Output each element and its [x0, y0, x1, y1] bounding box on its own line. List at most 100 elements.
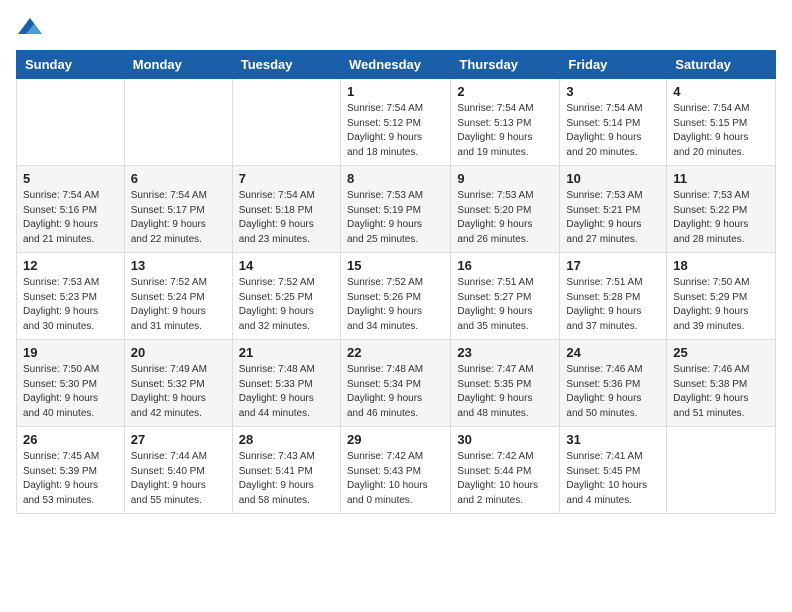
day-info: Sunrise: 7:48 AM Sunset: 5:33 PM Dayligh…	[239, 363, 334, 421]
day-number: 12	[23, 258, 118, 273]
calendar-cell	[17, 79, 125, 166]
calendar-cell: 2 Sunrise: 7:54 AM Sunset: 5:13 PM Daylig…	[451, 79, 560, 166]
day-number: 28	[239, 432, 334, 447]
day-info: Sunrise: 7:45 AM Sunset: 5:39 PM Dayligh…	[23, 450, 118, 508]
day-info: Sunrise: 7:52 AM Sunset: 5:24 PM Dayligh…	[131, 276, 226, 334]
weekday-header-thursday: Thursday	[451, 51, 560, 79]
calendar-cell: 30 Sunrise: 7:42 AM Sunset: 5:44 PM Dayli…	[451, 427, 560, 514]
day-info: Sunrise: 7:53 AM Sunset: 5:23 PM Dayligh…	[23, 276, 118, 334]
day-info: Sunrise: 7:54 AM Sunset: 5:14 PM Dayligh…	[566, 102, 660, 160]
calendar-cell: 18 Sunrise: 7:50 AM Sunset: 5:29 PM Dayli…	[667, 253, 776, 340]
calendar-cell	[667, 427, 776, 514]
calendar-cell: 20 Sunrise: 7:49 AM Sunset: 5:32 PM Dayli…	[124, 340, 232, 427]
calendar-cell: 25 Sunrise: 7:46 AM Sunset: 5:38 PM Dayli…	[667, 340, 776, 427]
day-number: 18	[673, 258, 769, 273]
calendar-cell	[232, 79, 340, 166]
day-number: 14	[239, 258, 334, 273]
day-info: Sunrise: 7:54 AM Sunset: 5:17 PM Dayligh…	[131, 189, 226, 247]
day-number: 29	[347, 432, 444, 447]
day-info: Sunrise: 7:41 AM Sunset: 5:45 PM Dayligh…	[566, 450, 660, 508]
calendar-cell: 19Sunrise: 7:50 AM Sunset: 5:30 PM Dayli…	[17, 340, 125, 427]
calendar: SundayMondayTuesdayWednesdayThursdayFrid…	[16, 50, 776, 514]
day-info: Sunrise: 7:52 AM Sunset: 5:25 PM Dayligh…	[239, 276, 334, 334]
calendar-cell: 4Sunrise: 7:54 AM Sunset: 5:15 PM Daylig…	[667, 79, 776, 166]
calendar-cell: 12 Sunrise: 7:53 AM Sunset: 5:23 PM Dayli…	[17, 253, 125, 340]
day-info: Sunrise: 7:51 AM Sunset: 5:27 PM Dayligh…	[457, 276, 553, 334]
day-info: Sunrise: 7:46 AM Sunset: 5:36 PM Dayligh…	[566, 363, 660, 421]
weekday-header-saturday: Saturday	[667, 51, 776, 79]
day-number: 26	[23, 432, 118, 447]
calendar-cell: 22 Sunrise: 7:48 AM Sunset: 5:34 PM Dayli…	[340, 340, 450, 427]
logo-icon	[16, 16, 44, 38]
weekday-header-friday: Friday	[560, 51, 667, 79]
day-info: Sunrise: 7:44 AM Sunset: 5:40 PM Dayligh…	[131, 450, 226, 508]
weekday-header-monday: Monday	[124, 51, 232, 79]
day-number: 31	[566, 432, 660, 447]
day-number: 17	[566, 258, 660, 273]
day-info: Sunrise: 7:46 AM Sunset: 5:38 PM Dayligh…	[673, 363, 769, 421]
day-info: Sunrise: 7:53 AM Sunset: 5:22 PM Dayligh…	[673, 189, 769, 247]
day-info: Sunrise: 7:54 AM Sunset: 5:13 PM Dayligh…	[457, 102, 553, 160]
day-number: 9	[457, 171, 553, 186]
calendar-header-row: SundayMondayTuesdayWednesdayThursdayFrid…	[17, 51, 776, 79]
calendar-cell: 6 Sunrise: 7:54 AM Sunset: 5:17 PM Daylig…	[124, 166, 232, 253]
day-info: Sunrise: 7:52 AM Sunset: 5:26 PM Dayligh…	[347, 276, 444, 334]
day-number: 6	[131, 171, 226, 186]
day-number: 3	[566, 84, 660, 99]
calendar-week-row: 26 Sunrise: 7:45 AM Sunset: 5:39 PM Dayli…	[17, 427, 776, 514]
calendar-cell	[124, 79, 232, 166]
calendar-week-row: 19Sunrise: 7:50 AM Sunset: 5:30 PM Dayli…	[17, 340, 776, 427]
day-number: 27	[131, 432, 226, 447]
calendar-cell: 5Sunrise: 7:54 AM Sunset: 5:16 PM Daylig…	[17, 166, 125, 253]
day-info: Sunrise: 7:43 AM Sunset: 5:41 PM Dayligh…	[239, 450, 334, 508]
calendar-cell: 11 Sunrise: 7:53 AM Sunset: 5:22 PM Dayli…	[667, 166, 776, 253]
day-number: 13	[131, 258, 226, 273]
day-number: 16	[457, 258, 553, 273]
day-number: 15	[347, 258, 444, 273]
calendar-cell: 28 Sunrise: 7:43 AM Sunset: 5:41 PM Dayli…	[232, 427, 340, 514]
calendar-cell: 27 Sunrise: 7:44 AM Sunset: 5:40 PM Dayli…	[124, 427, 232, 514]
logo	[16, 16, 48, 38]
day-number: 24	[566, 345, 660, 360]
calendar-week-row: 5Sunrise: 7:54 AM Sunset: 5:16 PM Daylig…	[17, 166, 776, 253]
calendar-cell: 8Sunrise: 7:53 AM Sunset: 5:19 PM Daylig…	[340, 166, 450, 253]
day-info: Sunrise: 7:54 AM Sunset: 5:18 PM Dayligh…	[239, 189, 334, 247]
day-number: 1	[347, 84, 444, 99]
calendar-cell: 17Sunrise: 7:51 AM Sunset: 5:28 PM Dayli…	[560, 253, 667, 340]
day-number: 22	[347, 345, 444, 360]
day-info: Sunrise: 7:53 AM Sunset: 5:21 PM Dayligh…	[566, 189, 660, 247]
day-info: Sunrise: 7:54 AM Sunset: 5:15 PM Dayligh…	[673, 102, 769, 160]
calendar-cell: 13 Sunrise: 7:52 AM Sunset: 5:24 PM Dayli…	[124, 253, 232, 340]
day-number: 2	[457, 84, 553, 99]
calendar-cell: 29 Sunrise: 7:42 AM Sunset: 5:43 PM Dayli…	[340, 427, 450, 514]
day-info: Sunrise: 7:49 AM Sunset: 5:32 PM Dayligh…	[131, 363, 226, 421]
day-info: Sunrise: 7:50 AM Sunset: 5:29 PM Dayligh…	[673, 276, 769, 334]
day-info: Sunrise: 7:42 AM Sunset: 5:43 PM Dayligh…	[347, 450, 444, 508]
calendar-week-row: 1 Sunrise: 7:54 AM Sunset: 5:12 PM Daylig…	[17, 79, 776, 166]
calendar-cell: 3 Sunrise: 7:54 AM Sunset: 5:14 PM Daylig…	[560, 79, 667, 166]
calendar-cell: 1 Sunrise: 7:54 AM Sunset: 5:12 PM Daylig…	[340, 79, 450, 166]
calendar-cell: 14 Sunrise: 7:52 AM Sunset: 5:25 PM Dayli…	[232, 253, 340, 340]
calendar-cell: 7 Sunrise: 7:54 AM Sunset: 5:18 PM Daylig…	[232, 166, 340, 253]
day-info: Sunrise: 7:54 AM Sunset: 5:12 PM Dayligh…	[347, 102, 444, 160]
day-number: 10	[566, 171, 660, 186]
day-number: 8	[347, 171, 444, 186]
calendar-cell: 16 Sunrise: 7:51 AM Sunset: 5:27 PM Dayli…	[451, 253, 560, 340]
day-number: 23	[457, 345, 553, 360]
day-number: 20	[131, 345, 226, 360]
weekday-header-wednesday: Wednesday	[340, 51, 450, 79]
day-info: Sunrise: 7:42 AM Sunset: 5:44 PM Dayligh…	[457, 450, 553, 508]
day-info: Sunrise: 7:48 AM Sunset: 5:34 PM Dayligh…	[347, 363, 444, 421]
day-number: 25	[673, 345, 769, 360]
calendar-cell: 31 Sunrise: 7:41 AM Sunset: 5:45 PM Dayli…	[560, 427, 667, 514]
day-number: 7	[239, 171, 334, 186]
day-info: Sunrise: 7:53 AM Sunset: 5:20 PM Dayligh…	[457, 189, 553, 247]
calendar-cell: 21 Sunrise: 7:48 AM Sunset: 5:33 PM Dayli…	[232, 340, 340, 427]
day-number: 30	[457, 432, 553, 447]
day-number: 21	[239, 345, 334, 360]
day-number: 11	[673, 171, 769, 186]
weekday-header-sunday: Sunday	[17, 51, 125, 79]
day-info: Sunrise: 7:54 AM Sunset: 5:16 PM Dayligh…	[23, 189, 118, 247]
calendar-cell: 23Sunrise: 7:47 AM Sunset: 5:35 PM Dayli…	[451, 340, 560, 427]
page-header	[16, 16, 776, 38]
